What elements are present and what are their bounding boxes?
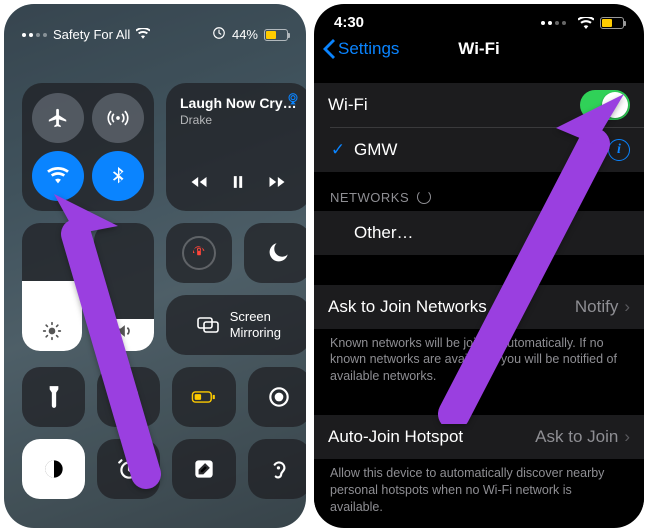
track-title: Laugh Now Cry… [180, 95, 297, 111]
carrier-name: Safety For All [53, 27, 130, 42]
volume-slider[interactable] [94, 223, 154, 351]
wifi-status-icon [136, 27, 150, 42]
networks-header: NETWORKS [314, 172, 644, 211]
notes-button[interactable] [172, 439, 235, 499]
connectivity-card[interactable] [22, 83, 154, 211]
wifi-switch[interactable] [580, 90, 630, 120]
bluetooth-toggle[interactable] [92, 151, 144, 201]
previous-track-button[interactable] [189, 172, 209, 197]
battery-icon [264, 29, 288, 41]
back-button[interactable]: Settings [322, 39, 399, 59]
status-time: 4:30 [334, 14, 364, 31]
wifi-status-icon [578, 17, 594, 29]
network-name: GMW [354, 140, 582, 160]
flashlight-button[interactable] [22, 367, 85, 427]
ask-to-join-row[interactable]: Ask to Join Networks Notify › [314, 285, 644, 329]
volume-icon [94, 321, 154, 341]
cellular-signal-icon [541, 21, 566, 25]
status-bar: 4:30 [314, 4, 644, 31]
back-label: Settings [338, 39, 399, 59]
wifi-toggle[interactable] [32, 151, 84, 201]
wifi-label: Wi-Fi [328, 95, 580, 115]
do-not-disturb-toggle[interactable] [244, 223, 306, 283]
wifi-toggle-row[interactable]: Wi-Fi [314, 83, 644, 127]
rotation-lock-status-icon [212, 26, 226, 43]
mirror-line2: Mirroring [230, 325, 281, 340]
spinner-icon [417, 190, 431, 204]
control-center-screenshot: Safety For All 44% [4, 4, 306, 528]
status-bar: Safety For All 44% [4, 4, 306, 43]
dark-mode-button[interactable] [22, 439, 85, 499]
now-playing-card[interactable]: Laugh Now Cry… Drake [166, 83, 306, 211]
info-button[interactable]: i [608, 139, 630, 161]
low-power-mode-button[interactable] [172, 367, 235, 427]
ask-footer: Known networks will be joined automatica… [314, 329, 644, 386]
other-network-row[interactable]: Other… [314, 211, 644, 255]
camera-button[interactable] [97, 367, 160, 427]
screen-record-button[interactable] [248, 367, 307, 427]
airplane-mode-toggle[interactable] [32, 93, 84, 143]
wifi-signal-icon [582, 144, 598, 156]
alarm-button[interactable] [97, 439, 160, 499]
auto-join-hotspot-row[interactable]: Auto-Join Hotspot Ask to Join › [314, 415, 644, 459]
cellular-data-toggle[interactable] [92, 93, 144, 143]
check-icon: ✓ [328, 140, 348, 160]
connected-network-row[interactable]: ✓ GMW i [314, 128, 644, 172]
next-track-button[interactable] [267, 172, 287, 197]
screen-mirroring-icon [196, 313, 220, 337]
wifi-settings-screenshot: 4:30 Settings Wi-Fi Wi-Fi ✓ GMW i [314, 4, 644, 528]
nav-bar: Settings Wi-Fi [314, 31, 644, 69]
cellular-signal-icon [22, 33, 47, 37]
hotspot-footer: Allow this device to automatically disco… [314, 459, 644, 516]
track-artist: Drake [180, 113, 297, 127]
brightness-icon [22, 321, 82, 341]
chevron-right-icon: › [624, 427, 630, 447]
battery-icon [600, 17, 624, 29]
brightness-slider[interactable] [22, 223, 82, 351]
battery-percent: 44% [232, 27, 258, 42]
play-pause-button[interactable] [228, 172, 248, 197]
chevron-right-icon: › [624, 297, 630, 317]
hearing-button[interactable] [248, 439, 307, 499]
airplay-icon [285, 91, 301, 107]
screen-mirroring-button[interactable]: ScreenMirroring [166, 295, 306, 355]
mirror-line1: Screen [230, 309, 271, 324]
rotation-lock-toggle[interactable] [166, 223, 232, 283]
